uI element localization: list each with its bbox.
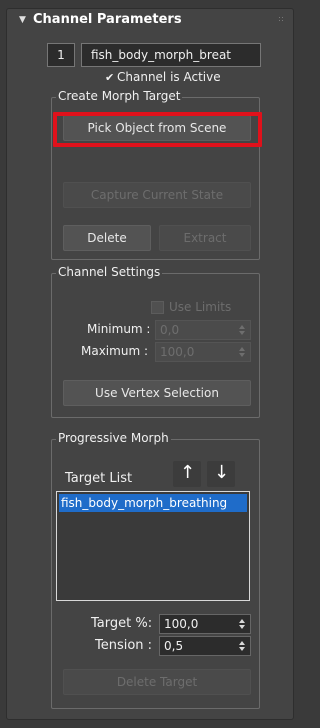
progressive-morph-title: Progressive Morph xyxy=(56,431,171,445)
list-item[interactable]: fish_body_morph_breathing xyxy=(59,494,247,512)
create-morph-target-title: Create Morph Target xyxy=(56,89,183,103)
move-down-button[interactable]: ↓ xyxy=(207,461,235,487)
target-percent-spinner[interactable]: 100,0 xyxy=(159,614,251,634)
channel-parameters-rollout: ▼ Channel Parameters 1 fish_body_morph_b… xyxy=(6,8,294,720)
minimum-value: 0,0 xyxy=(160,323,180,337)
drag-grip-icon[interactable] xyxy=(279,17,285,23)
maximum-label: Maximum : xyxy=(81,344,148,358)
spinner-arrows-icon[interactable] xyxy=(239,618,246,630)
move-up-button[interactable]: ↑ xyxy=(173,461,201,487)
arrow-up-icon: ↑ xyxy=(180,462,196,483)
channel-index-field[interactable]: 1 xyxy=(47,43,75,67)
arrow-down-icon: ↓ xyxy=(214,462,230,483)
rollout-title: Channel Parameters xyxy=(33,12,182,27)
extract-button[interactable]: Extract xyxy=(159,225,251,251)
minimum-spinner[interactable]: 0,0 xyxy=(155,320,251,340)
maximum-value: 100,0 xyxy=(160,345,195,359)
use-vertex-selection-button[interactable]: Use Vertex Selection xyxy=(63,380,251,406)
target-list-label: Target List xyxy=(65,471,133,486)
delete-button[interactable]: Delete xyxy=(63,225,151,251)
collapse-triangle-icon[interactable]: ▼ xyxy=(19,15,26,25)
target-percent-label: Target %: xyxy=(91,616,153,631)
target-percent-value: 100,0 xyxy=(164,617,199,631)
channel-active-label: Channel is Active xyxy=(117,70,221,84)
target-list[interactable]: fish_body_morph_breathing xyxy=(56,491,250,601)
capture-current-state-button[interactable]: Capture Current State xyxy=(63,182,251,208)
maximum-spinner[interactable]: 100,0 xyxy=(155,342,251,362)
channel-settings-title: Channel Settings xyxy=(56,265,163,279)
spinner-arrows-icon[interactable] xyxy=(239,346,246,358)
spinner-arrows-icon[interactable] xyxy=(239,324,246,336)
channel-active-checkbox[interactable]: ✔ Channel is Active xyxy=(105,70,221,84)
minimum-label: Minimum : xyxy=(87,322,151,336)
tension-value: 0,5 xyxy=(164,639,184,653)
use-limits-checkbox[interactable] xyxy=(151,301,164,314)
tension-label: Tension : xyxy=(95,638,153,653)
highlight-box xyxy=(53,112,262,147)
tension-spinner[interactable]: 0,5 xyxy=(159,636,251,656)
rollout-header[interactable]: ▼ Channel Parameters xyxy=(7,9,293,31)
delete-target-button[interactable]: Delete Target xyxy=(63,669,251,695)
channel-name-field[interactable]: fish_body_morph_breat xyxy=(81,43,261,67)
checkmark-icon: ✔ xyxy=(105,71,115,84)
use-limits-label: Use Limits xyxy=(169,300,232,314)
spinner-arrows-icon[interactable] xyxy=(239,640,246,652)
